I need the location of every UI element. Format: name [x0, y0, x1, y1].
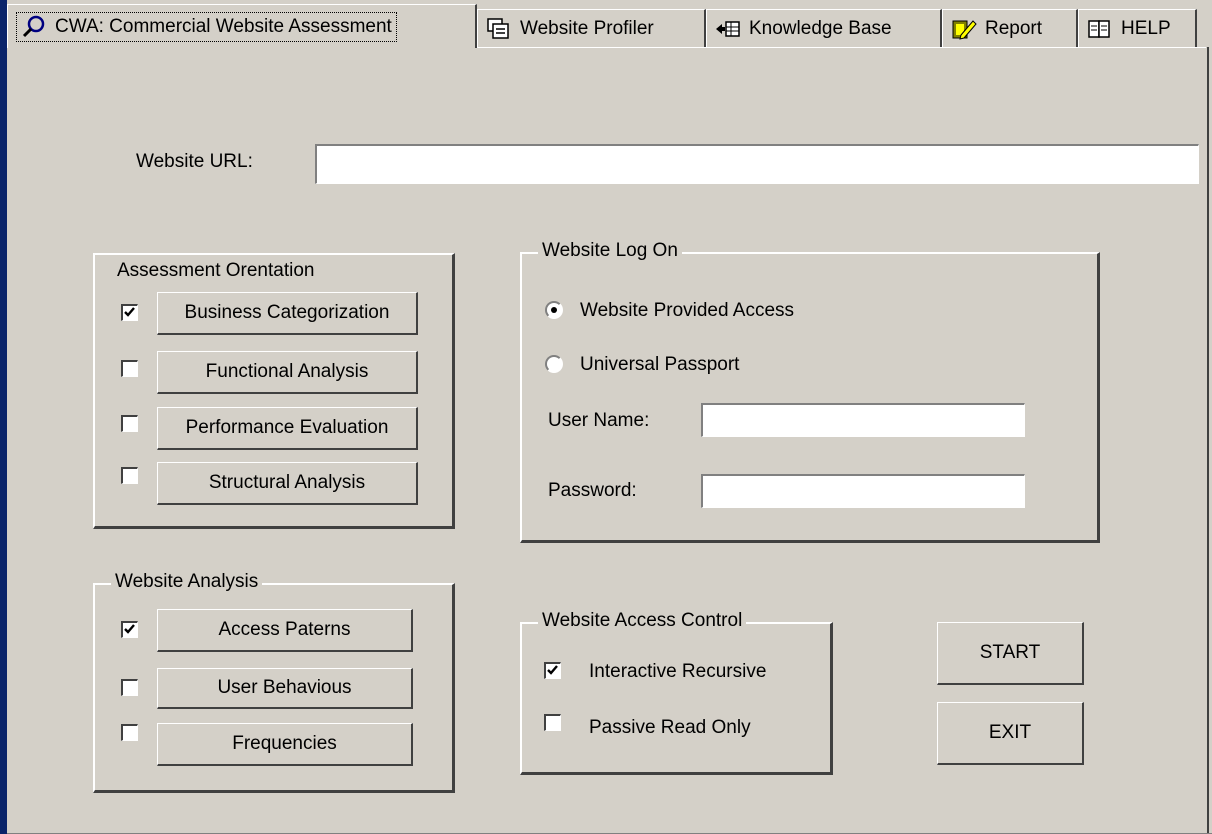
windows-icon: [486, 17, 512, 41]
arrow-table-icon: [715, 17, 741, 41]
radio-dot: [551, 307, 557, 313]
button-label: Performance Evaluation: [185, 417, 389, 438]
window-left-border: [0, 0, 7, 834]
website-access-control-group: Website Access Control: [520, 610, 833, 775]
access-paterns-button[interactable]: Access Paterns: [157, 609, 413, 652]
tab-report[interactable]: Report: [942, 9, 1078, 47]
button-label: User Behavious: [217, 677, 352, 698]
book-icon: [1087, 17, 1113, 41]
button-label: Functional Analysis: [205, 361, 369, 382]
tab-label: HELP: [1121, 17, 1171, 39]
tab-label: Report: [985, 17, 1043, 39]
tab-knowledge-base[interactable]: Knowledge Base: [706, 9, 942, 47]
website-provided-access-radio[interactable]: [545, 301, 563, 319]
tab-label: Website Profiler: [520, 17, 654, 39]
website-provided-access-label: Website Provided Access: [580, 300, 795, 321]
password-input[interactable]: [701, 474, 1025, 508]
performance-evaluation-button[interactable]: Performance Evaluation: [157, 407, 418, 450]
exit-button[interactable]: EXIT: [937, 702, 1084, 765]
website-analysis-title: Website Analysis: [111, 571, 263, 593]
tab-label: CWA: Commercial Website Assessment: [55, 15, 392, 37]
checkmark-icon: [124, 307, 135, 317]
structural-analysis-button[interactable]: Structural Analysis: [157, 462, 418, 505]
functional-analysis-checkbox[interactable]: [121, 360, 138, 377]
business-categorization-checkbox[interactable]: [121, 304, 138, 321]
website-url-label: Website URL:: [136, 151, 253, 172]
tab-focus-box: CWA: Commercial Website Assessment: [16, 11, 397, 42]
button-label: Frequencies: [232, 733, 337, 754]
tab-bar: CWA: Commercial Website Assessment Websi…: [7, 0, 1207, 48]
user-behavious-checkbox[interactable]: [121, 679, 138, 696]
passive-read-only-label: Passive Read Only: [589, 717, 751, 738]
button-label: EXIT: [988, 722, 1032, 743]
app-window: CWA: Commercial Website Assessment Websi…: [0, 0, 1212, 834]
button-label: Structural Analysis: [208, 472, 366, 493]
website-logon-title: Website Log On: [538, 240, 682, 262]
password-label: Password:: [548, 480, 637, 501]
frequencies-button[interactable]: Frequencies: [157, 723, 413, 766]
tab-help[interactable]: HELP: [1078, 9, 1197, 47]
functional-analysis-button[interactable]: Functional Analysis: [157, 351, 418, 394]
structural-analysis-checkbox[interactable]: [121, 467, 138, 484]
performance-evaluation-checkbox[interactable]: [121, 415, 138, 432]
universal-passport-radio[interactable]: [545, 355, 563, 373]
passive-read-only-checkbox[interactable]: [544, 714, 561, 731]
frequencies-checkbox[interactable]: [121, 724, 138, 741]
magnifier-icon: [21, 15, 47, 39]
tab-website-profiler[interactable]: Website Profiler: [477, 9, 706, 47]
interactive-recursive-label: Interactive Recursive: [589, 661, 767, 682]
user-name-label: User Name:: [548, 410, 650, 431]
button-label: START: [979, 642, 1041, 663]
user-behavious-button[interactable]: User Behavious: [157, 668, 413, 709]
button-label: Access Paterns: [218, 619, 351, 640]
user-name-input[interactable]: [701, 403, 1025, 437]
tab-panel-right-edge: [1207, 47, 1209, 834]
tab-label: Knowledge Base: [749, 17, 892, 39]
assessment-orientation-title: Assessment Orentation: [117, 260, 315, 281]
universal-passport-label: Universal Passport: [580, 354, 740, 375]
website-url-input[interactable]: [315, 144, 1199, 184]
report-pencil-icon: [951, 17, 977, 41]
checkmark-icon: [547, 665, 558, 675]
tab-cwa[interactable]: CWA: Commercial Website Assessment: [7, 4, 477, 48]
interactive-recursive-checkbox[interactable]: [544, 662, 561, 679]
checkmark-icon: [124, 624, 135, 634]
access-paterns-checkbox[interactable]: [121, 621, 138, 638]
start-button[interactable]: START: [937, 622, 1084, 685]
button-label: Business Categorization: [184, 302, 390, 323]
website-access-control-title: Website Access Control: [538, 610, 747, 632]
business-categorization-button[interactable]: Business Categorization: [157, 292, 418, 335]
